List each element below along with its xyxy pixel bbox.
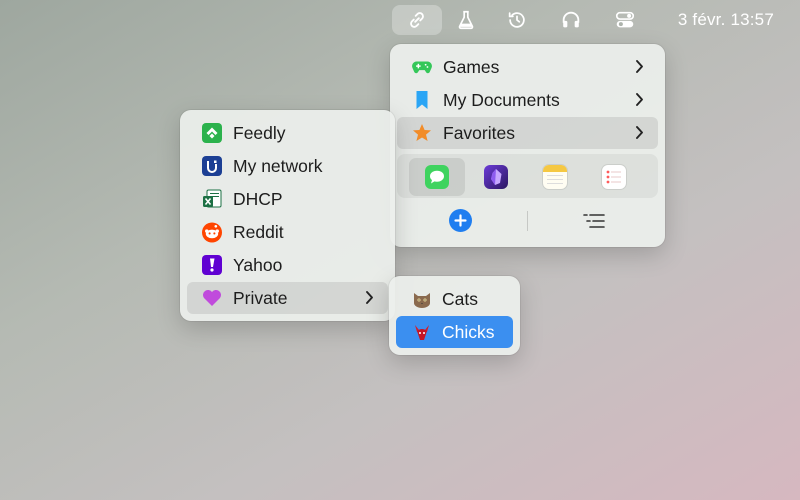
reddit-icon (202, 222, 222, 242)
heart-icon (202, 288, 222, 308)
menu-item-label: Reddit (233, 221, 284, 242)
menu-item-label: Yahoo (233, 254, 283, 275)
messages-app-button[interactable] (409, 158, 465, 196)
menu-item-my-network[interactable]: My network (187, 150, 388, 182)
menu-item-label: Games (443, 56, 500, 77)
headphones-icon (562, 11, 580, 28)
control-center-icon (615, 11, 635, 28)
menu-item-label: Feedly (233, 122, 286, 143)
favorites-submenu: Feedly My network DHCP Reddit Yahoo Priv… (180, 110, 395, 321)
reminders-icon (602, 165, 626, 189)
list-icon (583, 214, 605, 228)
flask-menu-button[interactable] (441, 5, 491, 35)
unifi-icon (202, 156, 222, 176)
chevron-right-icon (636, 60, 643, 73)
reminders-app-button[interactable] (586, 158, 642, 196)
private-submenu: Cats Chicks (389, 276, 520, 355)
link-menu-button[interactable] (392, 5, 442, 35)
menu-item-label: My Documents (443, 89, 560, 110)
gamepad-icon (412, 57, 432, 77)
feedly-icon (202, 123, 222, 143)
notes-icon (543, 165, 567, 189)
cat-icon (412, 289, 432, 309)
menu-bar-clock: 3 févr. 13:57 (677, 10, 774, 29)
menu-item-dhcp[interactable]: DHCP (187, 183, 388, 215)
menu-bar: 3 févr. 13:57 (0, 0, 800, 40)
notes-app-button[interactable] (527, 158, 583, 196)
menu-item-private[interactable]: Private (187, 282, 388, 314)
menu-item-label: My network (233, 155, 323, 176)
messages-icon (425, 165, 449, 189)
yahoo-icon (202, 255, 222, 275)
flask-icon (458, 10, 474, 30)
menu-item-reddit[interactable]: Reddit (187, 216, 388, 248)
chevron-right-icon (636, 126, 643, 139)
menu-item-yahoo[interactable]: Yahoo (187, 249, 388, 281)
link-icon (410, 12, 424, 28)
menu-item-chicks[interactable]: Chicks (396, 316, 513, 348)
menu-item-cats[interactable]: Cats (396, 283, 513, 315)
excel-icon (202, 189, 222, 209)
star-icon (412, 123, 432, 143)
history-icon (508, 12, 525, 28)
menu-item-label: Favorites (443, 122, 515, 143)
history-menu-button[interactable] (492, 5, 542, 35)
bookmark-icon (412, 90, 432, 110)
control-center-button[interactable] (600, 5, 650, 35)
footer-divider (527, 211, 528, 231)
chick-icon (412, 322, 432, 342)
add-button[interactable] (449, 209, 472, 232)
menu-item-label: DHCP (233, 188, 283, 209)
app-shortcut-row (397, 154, 658, 198)
menu-item-favorites[interactable]: Favorites (397, 117, 658, 149)
add-icon (454, 214, 467, 227)
obsidian-icon (484, 165, 508, 189)
list-button[interactable] (582, 212, 606, 230)
obsidian-app-button[interactable] (468, 158, 524, 196)
menu-item-label: Private (233, 287, 288, 308)
main-menu: Games My Documents Favorites (390, 44, 665, 247)
chevron-right-icon (366, 291, 373, 304)
menu-item-feedly[interactable]: Feedly (187, 117, 388, 149)
menu-item-label: Cats (442, 288, 478, 309)
headphones-menu-button[interactable] (546, 5, 596, 35)
menu-item-my-documents[interactable]: My Documents (397, 84, 658, 116)
menu-item-label: Chicks (442, 321, 495, 342)
menu-item-games[interactable]: Games (397, 51, 658, 83)
chevron-right-icon (636, 93, 643, 106)
